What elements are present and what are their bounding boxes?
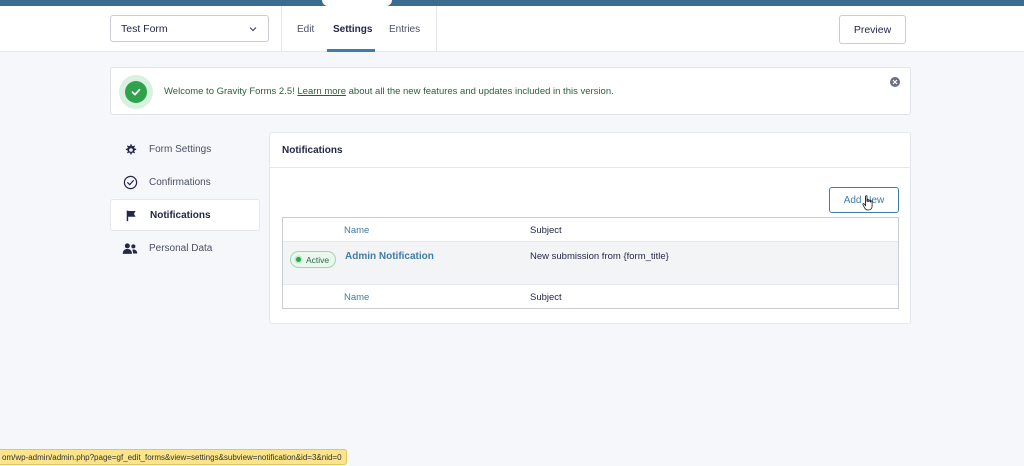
tab-edit[interactable]: Edit bbox=[297, 6, 314, 52]
notification-subject: New submission from {form_title} bbox=[530, 251, 669, 262]
chevron-down-icon bbox=[249, 26, 257, 31]
panel-divider bbox=[270, 167, 910, 168]
table-row: Active Admin Notification New submission… bbox=[283, 242, 898, 285]
sidebar-item-label: Form Settings bbox=[149, 143, 212, 155]
toolbar-divider bbox=[281, 6, 282, 51]
users-icon bbox=[122, 240, 138, 256]
column-footer-name[interactable]: Name bbox=[344, 292, 369, 303]
status-badge[interactable]: Active bbox=[290, 251, 337, 268]
tab-entries[interactable]: Entries bbox=[389, 6, 420, 52]
column-header-name[interactable]: Name bbox=[344, 225, 369, 236]
sidebar-item-label: Confirmations bbox=[149, 176, 211, 188]
sidebar-item-notifications[interactable]: Notifications bbox=[110, 199, 260, 231]
form-switcher-select[interactable]: Test Form bbox=[110, 15, 269, 42]
success-check-icon bbox=[119, 75, 153, 109]
gear-icon bbox=[122, 141, 138, 157]
table-header-row: Name Subject bbox=[283, 218, 898, 242]
browser-status-url: om/wp-admin/admin.php?page=gf_edit_forms… bbox=[0, 449, 347, 465]
sidebar-item-confirmations[interactable]: Confirmations bbox=[110, 166, 260, 198]
sidebar-item-label: Personal Data bbox=[149, 242, 213, 254]
form-toolbar: Test Form Edit Settings Entries Preview bbox=[0, 6, 1024, 52]
table-footer-row: Name Subject bbox=[283, 285, 898, 309]
form-switcher-value: Test Form bbox=[121, 22, 168, 35]
column-header-subject: Subject bbox=[530, 225, 562, 236]
close-icon[interactable] bbox=[890, 77, 900, 87]
active-tab-indicator bbox=[327, 49, 375, 52]
check-circle-icon bbox=[122, 174, 138, 190]
tab-settings[interactable]: Settings bbox=[333, 6, 372, 52]
notifications-table: Name Subject Active Admin Notification N… bbox=[282, 217, 899, 309]
learn-more-link[interactable]: Learn more bbox=[297, 86, 346, 97]
notice-text-after: about all the new features and updates i… bbox=[348, 86, 614, 97]
notifications-panel: Notifications Add New Name Subject Activ… bbox=[269, 132, 911, 324]
status-dot-icon bbox=[296, 257, 301, 262]
sidebar-item-label: Notifications bbox=[150, 209, 211, 221]
notice-message: Welcome to Gravity Forms 2.5! Learn more… bbox=[164, 86, 614, 97]
column-footer-subject: Subject bbox=[530, 292, 562, 303]
notification-name-link[interactable]: Admin Notification bbox=[345, 251, 434, 262]
welcome-notice: Welcome to Gravity Forms 2.5! Learn more… bbox=[110, 67, 911, 115]
panel-title: Notifications bbox=[282, 145, 343, 156]
preview-button[interactable]: Preview bbox=[839, 15, 906, 44]
notice-text-before: Welcome to Gravity Forms 2.5! bbox=[164, 86, 295, 97]
sidebar-item-form-settings[interactable]: Form Settings bbox=[110, 133, 260, 165]
flag-icon bbox=[123, 207, 139, 223]
sidebar-item-personal-data[interactable]: Personal Data bbox=[110, 232, 260, 264]
status-badge-label: Active bbox=[306, 254, 330, 265]
toolbar-divider bbox=[436, 6, 437, 51]
hand-cursor-icon bbox=[862, 195, 873, 211]
